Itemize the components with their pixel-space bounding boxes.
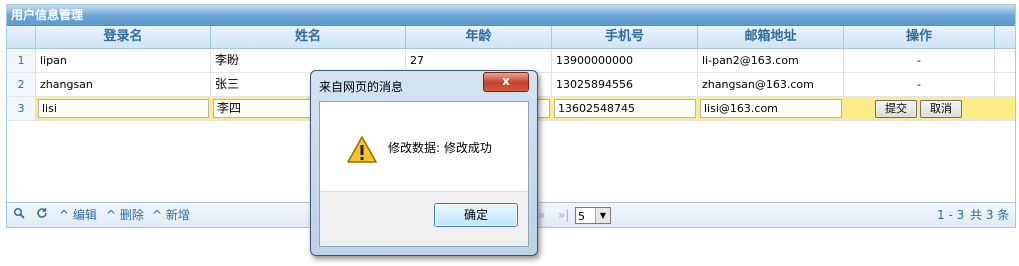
edit-row-button[interactable]: ^ 编辑 [59,207,97,223]
page-range: 1 - 3 [937,208,965,222]
col-phone-header[interactable]: 手机号 [552,26,698,48]
dialog-message: 修改数据: 修改成功 [388,141,492,155]
alert-dialog: 来自网页的消息 x 修改数据: 修改成功 确定 [310,70,538,256]
age-cell: 27 [406,49,552,72]
rows-per-page-select[interactable]: 5 ▼ [575,207,611,224]
col-login-header[interactable]: 登录名 [36,26,211,48]
phone-cell: 13025894556 [552,73,698,96]
col-email-header[interactable]: 邮箱地址 [698,26,844,48]
total-count: 共 3 条 [970,208,1010,222]
phone-cell: 13900000000 [552,49,698,72]
add-row-button[interactable]: ^ 新增 [152,207,190,223]
warning-icon [346,135,378,168]
name-cell: 李盼 [211,49,406,72]
email-cell: zhangsan@163.com [698,73,844,96]
search-icon[interactable] [13,207,25,223]
grid-header: 登录名 姓名 年龄 手机号 邮箱地址 操作 [7,26,1015,49]
row-number: 3 [7,97,36,120]
rows-per-page-value: 5 [578,210,585,223]
delete-label: 删除 [119,208,144,222]
next-page-icon[interactable]: » [538,207,545,223]
last-page-icon[interactable]: »| [558,207,569,223]
phone-edit-input[interactable]: 13602548745 [554,99,696,118]
action-cell: - [844,49,995,72]
email-cell: li-pan2@163.com [698,49,844,72]
dialog-title: 来自网页的消息 [319,80,404,94]
ok-button[interactable]: 确定 [434,203,518,227]
dialog-body: 修改数据: 修改成功 确定 [319,101,529,247]
add-label: 新增 [165,208,190,222]
col-action-header: 操作 [844,26,995,48]
action-cell: - [844,73,995,96]
caret-up-icon: ^ [59,208,73,222]
row-number: 1 [7,49,36,72]
row-number: 2 [7,73,36,96]
refresh-icon[interactable] [36,207,48,223]
edit-label: 编辑 [72,208,97,222]
caret-up-icon: ^ [152,208,166,222]
login-edit-input[interactable]: lisi [38,99,209,118]
login-cell: lipan [36,49,211,72]
chevron-down-icon: ▼ [595,208,610,223]
login-cell: zhangsan [36,73,211,96]
rownum-header [7,26,36,48]
dialog-footer: 确定 [320,191,528,246]
submit-button[interactable]: 提交 [875,100,917,118]
cancel-button[interactable]: 取消 [920,100,962,118]
email-edit-input[interactable]: lisi@163.com [700,99,842,118]
caret-up-icon: ^ [106,208,120,222]
col-age-header[interactable]: 年龄 [406,26,552,48]
delete-row-button[interactable]: ^ 删除 [106,207,144,223]
col-name-header[interactable]: 姓名 [211,26,406,48]
grid-caption: 用户信息管理 [7,5,1015,26]
close-button[interactable]: x [483,72,529,92]
